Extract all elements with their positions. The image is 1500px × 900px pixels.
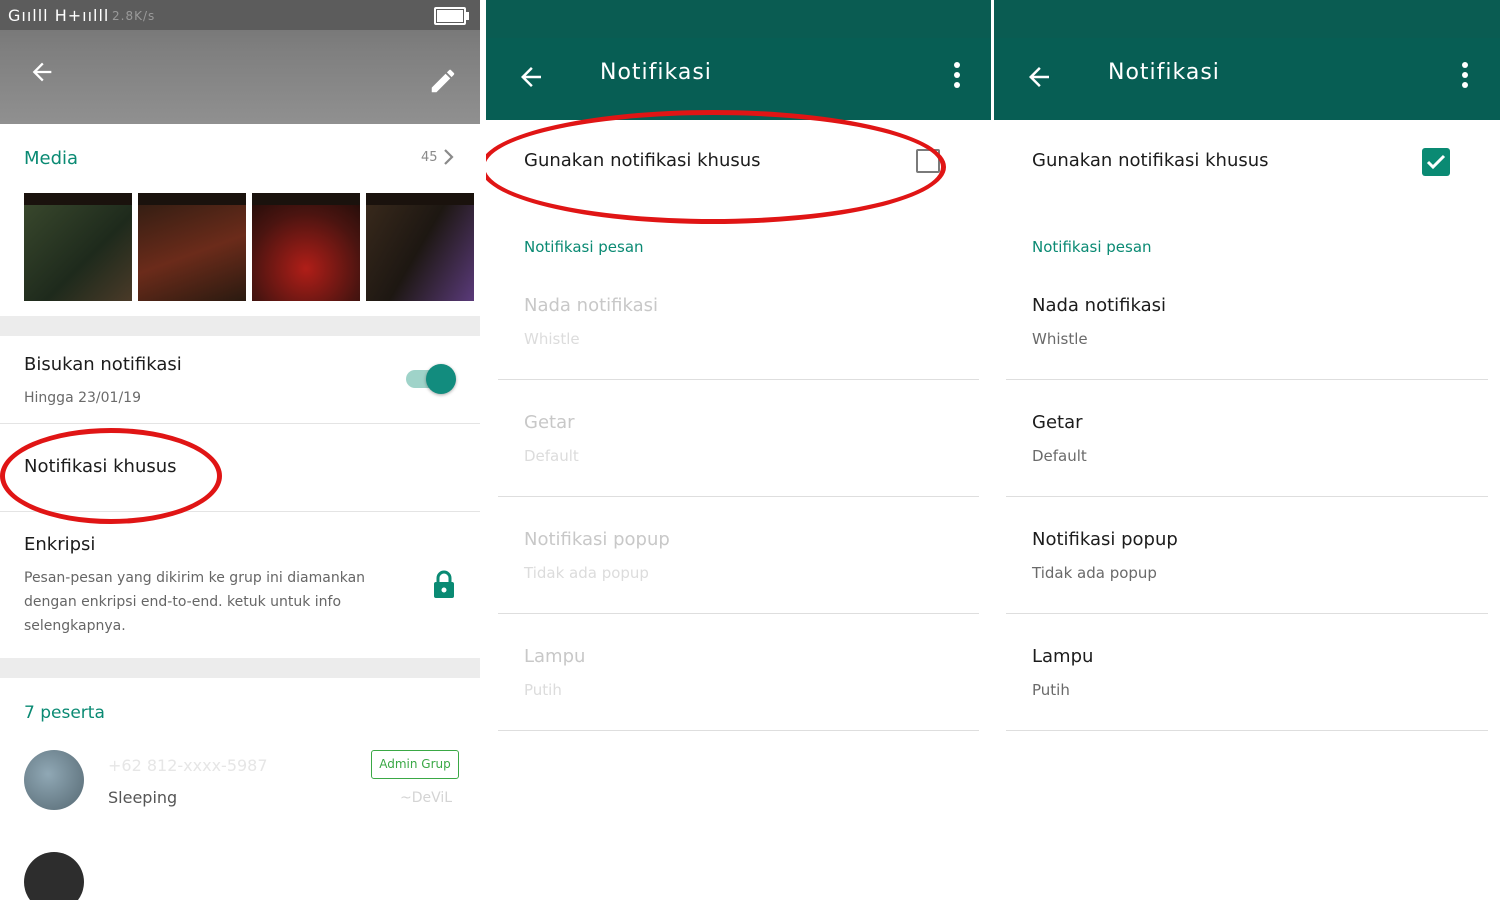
media-thumbnail[interactable] bbox=[24, 193, 132, 301]
avatar[interactable] bbox=[24, 852, 84, 900]
vibrate-value: Default bbox=[1032, 447, 1087, 465]
status-bar bbox=[486, 0, 991, 38]
media-thumbnail[interactable] bbox=[252, 193, 360, 301]
popup-notification-title[interactable]: Notifikasi popup bbox=[524, 529, 670, 550]
row-divider bbox=[498, 730, 979, 731]
vibrate-title[interactable]: Getar bbox=[1032, 412, 1083, 433]
media-thumbnail[interactable] bbox=[366, 193, 474, 301]
light-value: Putih bbox=[524, 681, 562, 699]
notification-settings-checked: Notifikasi Gunakan notifikasi khusus Not… bbox=[994, 0, 1500, 900]
more-options-icon[interactable] bbox=[954, 62, 960, 88]
highlight-circle bbox=[0, 428, 222, 524]
more-options-icon[interactable] bbox=[1462, 62, 1468, 88]
row-divider bbox=[0, 423, 480, 424]
use-custom-notifications-checkbox[interactable] bbox=[1422, 148, 1450, 176]
notification-tone-title[interactable]: Nada notifikasi bbox=[1032, 295, 1166, 316]
network-speed: 2.8K/s bbox=[112, 9, 156, 23]
vibrate-title[interactable]: Getar bbox=[524, 412, 575, 433]
popup-notification-title[interactable]: Notifikasi popup bbox=[1032, 529, 1178, 550]
row-divider bbox=[498, 613, 979, 614]
row-divider bbox=[498, 496, 979, 497]
mute-notifications-title[interactable]: Bisukan notifikasi bbox=[24, 354, 182, 375]
notification-settings-unchecked: Notifikasi Gunakan notifikasi khusus Not… bbox=[486, 0, 991, 900]
admin-badge: Admin Grup bbox=[371, 750, 459, 779]
light-value: Putih bbox=[1032, 681, 1070, 699]
highlight-circle bbox=[486, 110, 946, 224]
popup-notification-value: Tidak ada popup bbox=[524, 564, 649, 582]
media-section-label[interactable]: Media bbox=[24, 148, 78, 169]
notification-tone-value: Whistle bbox=[524, 330, 580, 348]
status-bar bbox=[994, 0, 1500, 38]
checkmark-icon bbox=[1426, 154, 1446, 170]
row-divider bbox=[498, 379, 979, 380]
page-title: Notifikasi bbox=[1108, 60, 1220, 85]
mute-notifications-until: Hingga 23/01/19 bbox=[24, 390, 141, 406]
row-divider bbox=[1006, 496, 1488, 497]
encryption-title[interactable]: Enkripsi bbox=[24, 534, 95, 555]
vibrate-value: Default bbox=[524, 447, 579, 465]
notification-tone-value: Whistle bbox=[1032, 330, 1088, 348]
row-divider bbox=[1006, 379, 1488, 380]
member-nickname: ~DeViL bbox=[400, 790, 453, 806]
lock-icon bbox=[434, 570, 454, 598]
member-name[interactable]: +62 812-xxxx-5987 bbox=[108, 756, 268, 775]
message-notifications-section: Notifikasi pesan bbox=[524, 238, 644, 256]
light-title[interactable]: Lampu bbox=[524, 646, 585, 667]
encryption-description[interactable]: Pesan-pesan yang dikirim ke grup ini dia… bbox=[24, 566, 404, 638]
status-bar: Gıılll H+ıılll 2.8K/s bbox=[0, 0, 480, 30]
section-divider bbox=[0, 658, 480, 678]
notification-tone-title[interactable]: Nada notifikasi bbox=[524, 295, 658, 316]
media-count: 45 bbox=[421, 150, 438, 165]
back-arrow-icon[interactable] bbox=[28, 58, 56, 86]
page-title: Notifikasi bbox=[600, 60, 712, 85]
popup-notification-value: Tidak ada popup bbox=[1032, 564, 1157, 582]
battery-icon bbox=[434, 7, 469, 25]
mute-toggle[interactable] bbox=[426, 364, 456, 394]
message-notifications-section: Notifikasi pesan bbox=[1032, 238, 1152, 256]
signal-indicator: Gıılll H+ıılll bbox=[8, 6, 110, 25]
media-thumbnail[interactable] bbox=[138, 193, 246, 301]
row-divider bbox=[1006, 613, 1488, 614]
section-divider bbox=[0, 316, 480, 336]
avatar[interactable] bbox=[24, 750, 84, 810]
participants-count-label: 7 peserta bbox=[24, 703, 105, 723]
member-status: Sleeping bbox=[108, 788, 178, 807]
back-arrow-icon[interactable] bbox=[1024, 62, 1054, 92]
use-custom-notifications-label[interactable]: Gunakan notifikasi khusus bbox=[1032, 150, 1269, 171]
row-divider bbox=[1006, 730, 1488, 731]
group-info-panel: Gıılll H+ıılll 2.8K/s Media 45 Bisukan n… bbox=[0, 0, 480, 900]
edit-pencil-icon[interactable] bbox=[428, 66, 458, 96]
chevron-right-icon[interactable] bbox=[442, 148, 456, 166]
light-title[interactable]: Lampu bbox=[1032, 646, 1093, 667]
back-arrow-icon[interactable] bbox=[516, 62, 546, 92]
